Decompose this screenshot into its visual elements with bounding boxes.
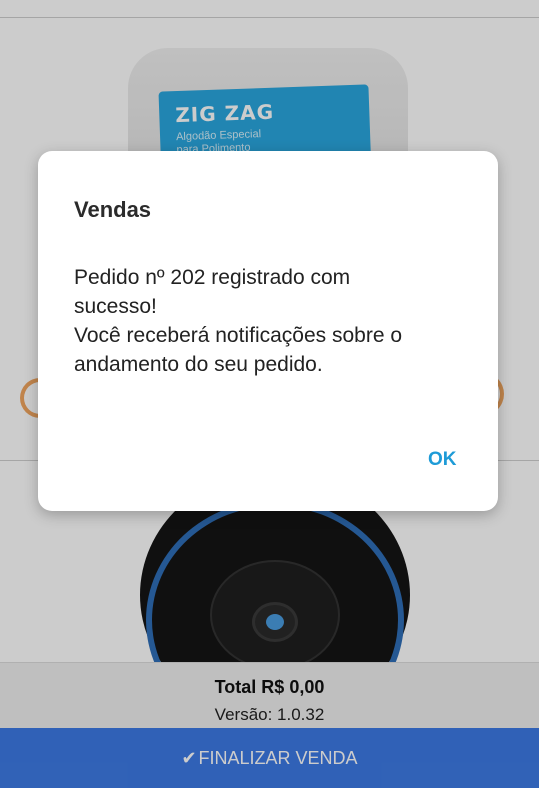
dialog-message: Pedido nº 202 registrado com sucesso! Vo…	[74, 266, 403, 376]
dialog-title: Vendas	[74, 197, 152, 222]
success-dialog: Vendas Pedido nº 202 registrado com suce…	[38, 151, 498, 511]
ok-button[interactable]: OK	[428, 449, 457, 471]
